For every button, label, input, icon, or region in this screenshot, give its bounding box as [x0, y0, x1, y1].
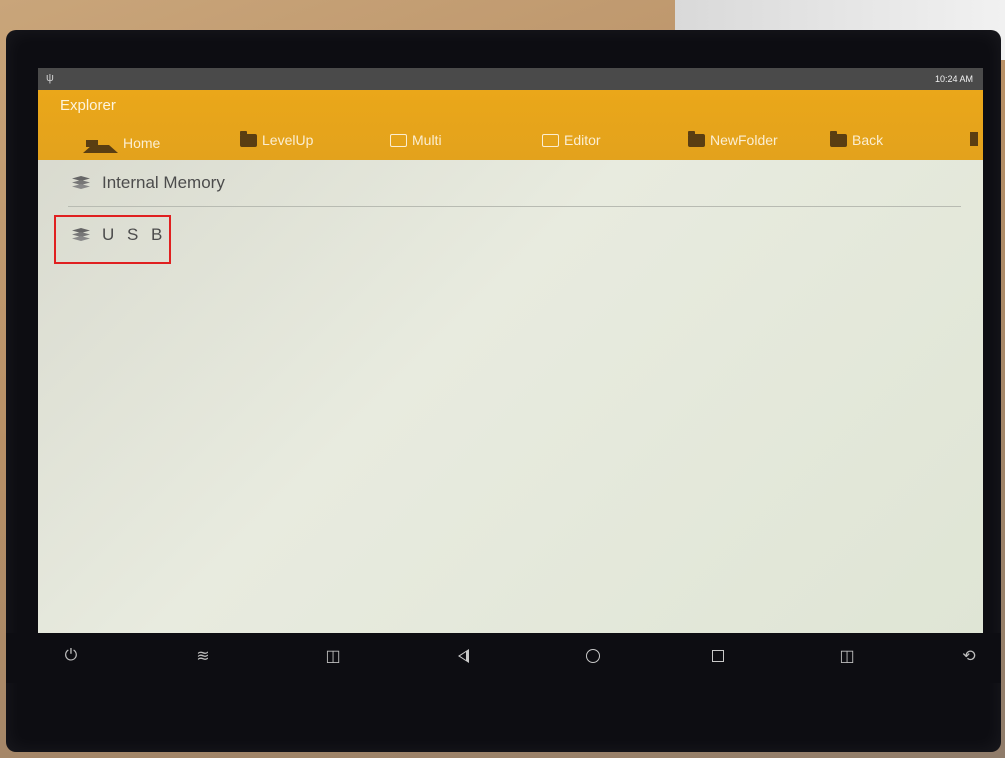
app-bar: Explorer Home LevelUp Multi Editor NewFo…	[38, 90, 983, 160]
editor-icon	[542, 133, 559, 147]
multi-label: Multi	[412, 132, 442, 148]
storage-stack-icon	[72, 176, 90, 190]
back-icon	[830, 130, 847, 147]
new-folder-button[interactable]: NewFolder	[688, 130, 778, 148]
home-icon	[83, 132, 118, 153]
back-label: Back	[852, 132, 884, 148]
screen: ψ 10:24 AM Explorer Home LevelUp Multi E…	[38, 68, 983, 633]
home-label: Home	[123, 134, 161, 151]
new-folder-icon	[688, 130, 705, 147]
overflow-icon	[970, 132, 978, 146]
list-item-internal-memory[interactable]: Internal Memory	[38, 160, 983, 206]
list-item-label: U S B	[102, 225, 167, 244]
list-divider	[68, 206, 961, 207]
volume-down-icon[interactable]: ◫	[318, 643, 348, 669]
back-triangle-icon[interactable]	[448, 643, 478, 669]
app-title: Explorer	[60, 97, 116, 114]
status-bar: ψ 10:24 AM	[38, 68, 983, 90]
home-circle-icon[interactable]	[578, 643, 608, 669]
back-button[interactable]: Back	[830, 130, 884, 148]
multi-select-icon	[390, 133, 407, 147]
editor-button[interactable]: Editor	[542, 132, 601, 148]
power-icon[interactable]: ⏻	[56, 643, 86, 669]
status-clock: 10:24 AM	[934, 74, 973, 84]
home-button[interactable]: Home	[83, 132, 160, 153]
multi-button[interactable]: Multi	[390, 132, 442, 148]
usb-icon: ψ	[46, 72, 54, 84]
toolbar-overflow[interactable]	[970, 132, 978, 146]
storage-stack-icon	[72, 228, 90, 242]
editor-label: Editor	[564, 132, 601, 148]
double-chevron-down-icon[interactable]: ≋	[188, 643, 218, 669]
toolbar: Home LevelUp Multi Editor NewFolder Back	[38, 126, 983, 156]
navigation-bar: ⏻ ≋ ◫ ◫ ⟲	[6, 633, 1001, 683]
volume-up-icon[interactable]: ◫	[832, 643, 862, 669]
level-up-label: LevelUp	[262, 132, 314, 148]
level-up-icon	[240, 130, 257, 147]
list-item-usb[interactable]: U S B	[38, 212, 983, 258]
new-folder-label: NewFolder	[710, 132, 778, 148]
recents-square-icon[interactable]	[703, 643, 733, 669]
level-up-button[interactable]: LevelUp	[240, 130, 314, 148]
storage-list: Internal Memory U S B	[38, 160, 983, 258]
screen-rotate-icon[interactable]: ⟲	[954, 643, 984, 669]
list-item-label: Internal Memory	[102, 173, 225, 192]
